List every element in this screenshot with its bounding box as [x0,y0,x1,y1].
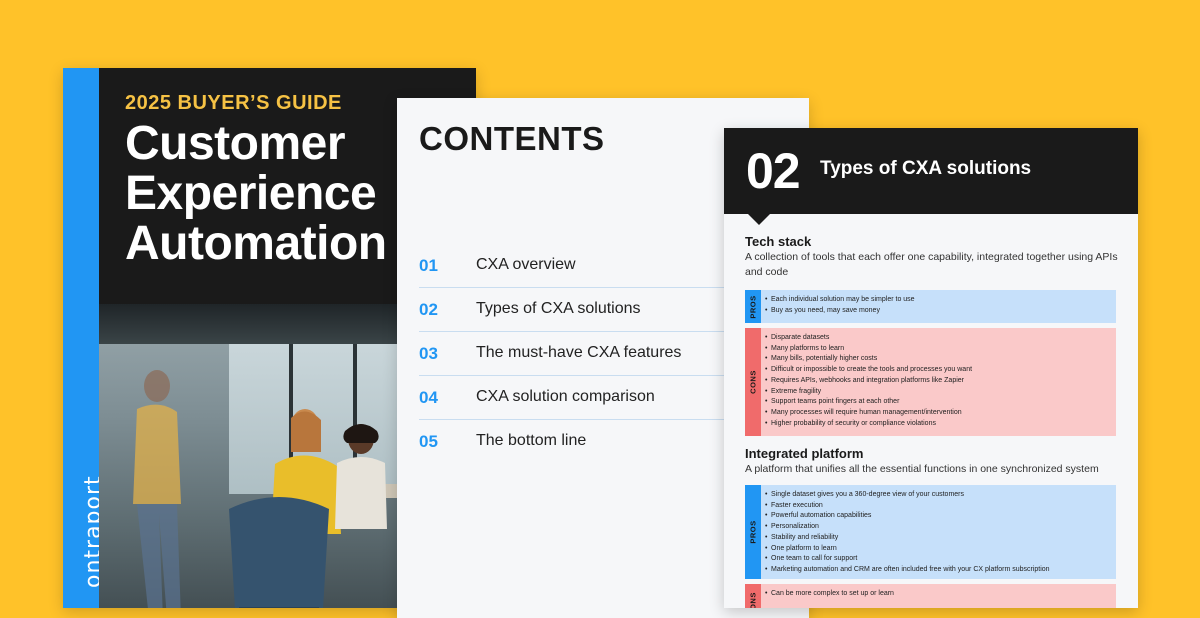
list-item: Single dataset gives you a 360-degree vi… [765,490,1110,501]
integrated-platform-description: A platform that unifies all the essentia… [745,463,1099,475]
pros-tab-label: PROS [748,294,758,319]
toc-number: 01 [419,256,438,275]
list-item: Requires APIs, webhooks and integration … [765,376,1110,387]
seated-man-figure [335,424,387,529]
cons-tab-label: CONS [748,370,758,394]
cover-title-line: Experience [125,167,377,220]
list-item: Stability and reliability [765,533,1110,544]
pros-list: Each individual solution may be simpler … [745,290,1116,321]
list-item: Can be more complex to set up or learn [765,589,1110,600]
cons-list: Can be more complex to set up or learn [745,584,1116,605]
cover-title-line: Customer [125,117,346,170]
cover-title-line: Automation [125,217,387,270]
pros-tab-label: PROS [748,520,758,544]
toc-number: 05 [419,432,438,451]
list-item: One team to call for support [765,554,1110,565]
list-item: Many platforms to learn [765,344,1110,355]
types-page: 02 Types of CXA solutions Tech stack A c… [724,128,1138,608]
toc-number: 04 [419,388,438,407]
integrated-platform-cons-box: CONS Can be more complex to set up or le… [745,584,1116,608]
toc-label: CXA solution comparison [476,388,655,405]
cons-tab-label: CONS [748,592,758,608]
list-item: Extreme fragility [765,387,1110,398]
list-item: Difficult or impossible to create the to… [765,365,1110,376]
office-chair [229,497,329,608]
cons-tab: CONS [745,584,761,608]
tech-stack-heading: Tech stack [745,234,812,249]
toc-label: Types of CXA solutions [476,300,641,317]
list-item: Each individual solution may be simpler … [765,295,1110,306]
list-item: Powerful automation capabilities [765,511,1110,522]
toc-number: 03 [419,344,438,363]
list-item: Faster execution [765,501,1110,512]
pros-tab: PROS [745,485,761,579]
cons-list: Disparate datasets Many platforms to lea… [745,328,1116,434]
list-item: Support teams point fingers at each othe… [765,397,1110,408]
list-item: Marketing automation and CRM are often i… [765,565,1110,576]
contents-title: CONTENTS [419,120,605,157]
list-item: Personalization [765,522,1110,533]
integrated-platform-heading: Integrated platform [745,446,864,461]
list-item: One platform to learn [765,544,1110,555]
list-item: Many bills, potentially higher costs [765,354,1110,365]
list-item: Many processes will require human manage… [765,408,1110,419]
pros-tab: PROS [745,290,761,323]
toc-label: The must-have CXA features [476,344,682,361]
cons-tab: CONS [745,328,761,436]
tech-stack-description: A collection of tools that each offer on… [745,251,1118,278]
tech-stack-cons-box: CONS Disparate datasets Many platforms t… [745,328,1116,436]
toc-number: 02 [419,300,438,319]
list-item: Buy as you need, may save money [765,306,1110,317]
walking-person-figure [133,370,181,608]
integrated-platform-pros-box: PROS Single dataset gives you a 360-degr… [745,485,1116,579]
section-header: 02 Types of CXA solutions [724,128,1138,214]
toc-label: CXA overview [476,256,576,273]
list-item: Higher probability of security or compli… [765,419,1110,430]
toc-label: The bottom line [476,432,587,449]
tech-stack-pros-box: PROS Each individual solution may be sim… [745,290,1116,323]
section-title: Types of CXA solutions [820,158,1032,179]
section-number: 02 [746,143,801,199]
header-notch [748,214,770,225]
list-item: Disparate datasets [765,333,1110,344]
pros-list: Single dataset gives you a 360-degree vi… [745,485,1116,581]
guide-year-label: 2025 BUYER’S GUIDE [125,92,342,114]
